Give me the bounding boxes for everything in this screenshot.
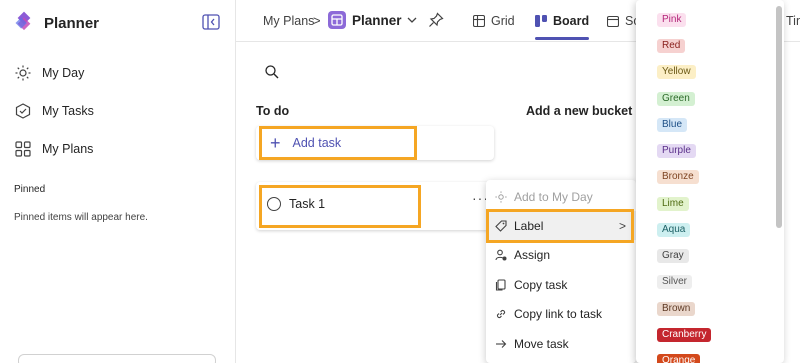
menu-item-label[interactable]: Label >: [486, 211, 636, 240]
chevron-right-icon: >: [618, 218, 626, 233]
task-card[interactable]: Task 1 ···: [256, 182, 492, 230]
tasks-icon: [14, 102, 32, 120]
breadcrumb-my-plans[interactable]: My Plans: [263, 14, 314, 28]
planner-logo-icon: [15, 11, 31, 31]
menu-item-assign[interactable]: Assign: [486, 240, 636, 269]
menu-item-label: Copy task: [514, 277, 568, 292]
label-option-cranberry[interactable]: Cranberry: [657, 328, 712, 342]
label-option-gray[interactable]: Gray: [657, 249, 689, 263]
add-task-button[interactable]: + Add task: [256, 126, 494, 160]
copy-icon: [494, 278, 508, 292]
plus-icon: +: [270, 133, 281, 153]
arrow-right-icon: [494, 337, 508, 351]
tab-label: Grid: [491, 14, 515, 28]
sidebar-bottom-card[interactable]: [18, 354, 216, 363]
tab-timeline[interactable]: Tin: [786, 0, 800, 42]
menu-item-label: Copy link to task: [514, 306, 603, 321]
label-option-red[interactable]: Red: [657, 39, 686, 53]
label-option-orange[interactable]: Orange: [657, 354, 701, 363]
label-option-purple[interactable]: Purple: [657, 144, 696, 158]
label-option-blue[interactable]: Blue: [657, 118, 688, 132]
plan-title[interactable]: Planner: [352, 13, 402, 28]
chevron-down-icon[interactable]: [406, 14, 418, 26]
task-title[interactable]: Task 1: [289, 197, 325, 211]
left-sidebar: Planner My Day My Tasks My Plans Pinned …: [0, 0, 236, 363]
plan-icon: [328, 11, 346, 29]
menu-item-label: Move task: [514, 336, 569, 351]
breadcrumb-separator: >: [313, 13, 321, 28]
sidebar-item-my-tasks[interactable]: My Tasks: [14, 99, 94, 123]
sun-icon: [494, 190, 508, 204]
sidebar-item-my-day[interactable]: My Day: [14, 61, 84, 85]
label-option-brown[interactable]: Brown: [657, 302, 696, 316]
tab-schedule[interactable]: Sc: [607, 0, 640, 42]
menu-item-add-to-my-day[interactable]: Add to My Day: [486, 182, 636, 211]
pin-icon[interactable]: [428, 12, 444, 28]
collapse-sidebar-icon[interactable]: [202, 14, 220, 30]
menu-item-text: Label: [514, 218, 544, 233]
task-context-menu: Add to My Day Label > Assign Copy task C…: [486, 180, 636, 363]
sidebar-item-label: My Day: [42, 66, 85, 80]
label-option-pink[interactable]: Pink: [657, 13, 687, 27]
label-option-aqua[interactable]: Aqua: [657, 223, 691, 237]
label-option-silver[interactable]: Silver: [657, 275, 693, 289]
pinned-empty-message: Pinned items will appear here.: [14, 212, 148, 223]
label-submenu: Pink Red Yellow Green Blue Purple Bronze…: [636, 0, 784, 363]
label-option-bronze[interactable]: Bronze: [657, 170, 699, 184]
menu-item-copy-link[interactable]: Copy link to task: [486, 299, 636, 328]
sun-icon: [14, 64, 32, 82]
menu-item-copy-task[interactable]: Copy task: [486, 270, 636, 299]
label-scrollbar[interactable]: [776, 6, 782, 228]
menu-item-label: Add to My Day: [514, 189, 593, 204]
label-option-yellow[interactable]: Yellow: [657, 65, 696, 79]
label-option-lime[interactable]: Lime: [657, 197, 689, 211]
link-icon: [494, 307, 508, 321]
grid-view-icon: [473, 15, 485, 27]
tab-label: Board: [553, 14, 590, 28]
add-bucket-button[interactable]: Add a new bucket: [526, 104, 632, 118]
tab-grid[interactable]: Grid: [473, 0, 515, 42]
schedule-view-icon: [607, 15, 619, 27]
tab-board[interactable]: Board: [535, 0, 590, 42]
grid-icon: [14, 140, 32, 158]
sidebar-item-label: My Plans: [42, 142, 94, 156]
app-name: Planner: [44, 14, 100, 32]
tab-label: Tin: [786, 14, 800, 28]
board-view-icon: [535, 15, 547, 27]
tag-icon: [494, 219, 508, 233]
app-brand: Planner: [12, 10, 99, 36]
add-task-label: Add task: [292, 136, 342, 150]
sidebar-item-label: My Tasks: [42, 104, 94, 118]
bucket-title[interactable]: To do: [256, 104, 289, 118]
complete-task-checkbox[interactable]: [267, 197, 281, 211]
menu-item-move-task[interactable]: Move task: [486, 329, 636, 358]
sidebar-item-my-plans[interactable]: My Plans: [14, 137, 93, 161]
assign-icon: [494, 248, 508, 262]
menu-item-label: Assign: [514, 247, 551, 262]
search-icon[interactable]: [264, 64, 280, 80]
pinned-heading: Pinned: [14, 184, 46, 195]
label-option-green[interactable]: Green: [657, 92, 695, 106]
